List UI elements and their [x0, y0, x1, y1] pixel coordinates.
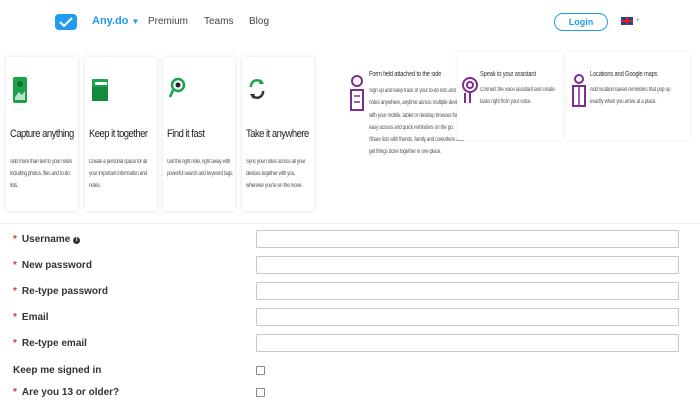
voice-icon [462, 77, 478, 103]
panel-title: Form field attached to the side [369, 71, 442, 78]
feature-card-find: Find it fast Get the right note, right a… [163, 57, 235, 211]
feature-card-capture: Capture anything Add more than text to y… [6, 57, 78, 211]
username-input[interactable] [256, 230, 679, 248]
required-marker: * [13, 234, 17, 245]
feature-desc: Create a personal space for all your imp… [89, 159, 147, 189]
new-password-label-text: New password [21, 260, 92, 271]
age-check-label-text: Are you 13 or older? [21, 387, 120, 398]
username-row: * Username i [0, 230, 700, 252]
feature-title: Find it fast [167, 128, 205, 140]
sync-icon [249, 79, 265, 99]
info-panel-form: Form field attached to the side Sign up … [343, 52, 465, 202]
panel-text: Sign up and keep track of your to-do lis… [369, 88, 465, 156]
info-panel-assistant: Speak to your assistant Connect the voic… [457, 52, 562, 140]
folder-icon [92, 79, 108, 101]
retype-email-row: * Re-type email [0, 334, 700, 356]
chevron-down-icon[interactable]: ▾ [636, 16, 640, 24]
retype-password-input[interactable] [256, 282, 679, 300]
form-figure-icon [350, 75, 364, 111]
required-marker: * [13, 312, 17, 323]
email-input[interactable] [256, 308, 679, 326]
email-label-text: Email [21, 312, 49, 323]
keep-signed-in-checkbox[interactable] [256, 366, 265, 375]
feature-desc: Get the right note, right away with powe… [167, 159, 234, 177]
panel-title: Locations and Google maps [590, 71, 658, 78]
retype-email-label: * Re-type email [13, 338, 87, 349]
username-label: * Username i [13, 234, 81, 245]
feature-title: Keep it together [89, 128, 148, 140]
retype-email-input[interactable] [256, 334, 679, 352]
retype-email-label-text: Re-type email [21, 338, 87, 349]
panel-text: Connect the voice assistant and create t… [480, 87, 555, 106]
retype-password-label: * Re-type password [13, 286, 108, 297]
username-label-text: Username [21, 234, 71, 245]
feature-title: Capture anything [10, 128, 74, 140]
feature-desc: Sync your notes across all your devices … [246, 159, 306, 189]
top-nav: Any.do ▼ Premium Teams Blog Login ▾ [0, 0, 700, 46]
brand-menu[interactable]: Any.do ▼ [92, 15, 139, 27]
location-person-icon [572, 74, 586, 107]
anydo-logo-icon[interactable] [55, 14, 77, 30]
feature-desc: Add more than text to your notes includi… [10, 159, 72, 189]
brand-label: Any.do [92, 15, 129, 27]
age-check-label: * Are you 13 or older? [13, 387, 119, 398]
keep-signed-in-row: Keep me signed in [0, 361, 700, 383]
phone-icon [13, 77, 27, 103]
nav-link-teams[interactable]: Teams [204, 16, 233, 27]
uk-flag-icon[interactable] [621, 17, 633, 25]
magnifier-icon [169, 77, 186, 98]
login-button[interactable]: Login [554, 13, 608, 31]
age-check-row: * Are you 13 or older? [0, 383, 700, 405]
nav-link-premium[interactable]: Premium [148, 16, 188, 27]
feature-card-anywhere: Take it anywhere Sync your notes across … [242, 57, 314, 211]
info-icon[interactable]: i [73, 237, 81, 244]
retype-password-row: * Re-type password [0, 282, 700, 304]
feature-title: Take it anywhere [246, 128, 309, 140]
panel-text: Add location based reminders that pop up… [590, 87, 671, 106]
new-password-row: * New password [0, 256, 700, 278]
new-password-label: * New password [13, 260, 92, 271]
new-password-input[interactable] [256, 256, 679, 274]
email-row: * Email [0, 308, 700, 330]
chevron-down-icon: ▼ [131, 17, 140, 26]
required-marker: * [13, 260, 17, 271]
nav-link-blog[interactable]: Blog [249, 16, 269, 27]
email-label: * Email [13, 312, 49, 323]
keep-signed-in-label: Keep me signed in [13, 365, 102, 376]
panel-title: Speak to your assistant [480, 71, 536, 78]
feature-card-keep: Keep it together Create a personal space… [85, 57, 157, 211]
age-check-checkbox[interactable] [256, 388, 265, 397]
retype-password-label-text: Re-type password [21, 286, 109, 297]
required-marker: * [13, 286, 17, 297]
divider [0, 223, 700, 224]
required-marker: * [13, 338, 17, 349]
info-panel-locations: Locations and Google maps Add location b… [566, 52, 690, 140]
required-marker: * [13, 387, 17, 398]
